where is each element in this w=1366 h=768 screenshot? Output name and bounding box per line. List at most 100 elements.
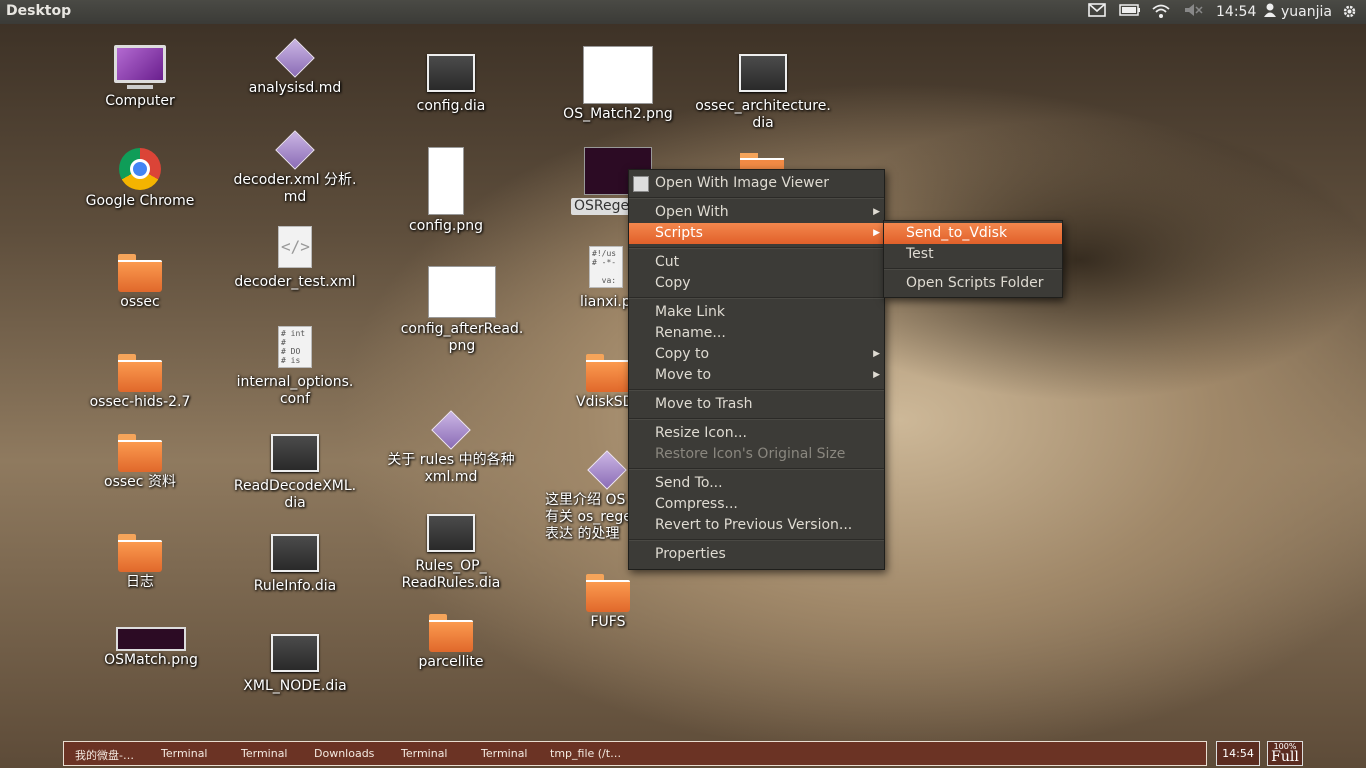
folder-icon: [118, 534, 162, 572]
image-viewer-icon: [633, 176, 649, 192]
menu-separator: [629, 418, 884, 420]
volume-muted-icon[interactable]: [1183, 3, 1203, 21]
menu-item-scripts[interactable]: Scripts ▶: [629, 223, 884, 244]
dia-file-icon: [739, 54, 787, 92]
desktop-icon-os-match2[interactable]: OS_Match2.png: [543, 46, 693, 123]
task-terminal-1[interactable]: Terminal: [161, 747, 208, 760]
desktop-icon-parcellite[interactable]: parcellite: [376, 614, 526, 671]
gear-icon[interactable]: [1341, 3, 1358, 21]
folder-icon: [740, 153, 784, 171]
desktop-icon-internal-options[interactable]: # int # # DO # is internal_options. conf: [220, 326, 370, 408]
computer-icon: [110, 45, 170, 93]
menu-item-resize-icon[interactable]: Resize Icon...: [629, 423, 884, 444]
menu-item-cut[interactable]: Cut: [629, 252, 884, 273]
desktop-icon-ossec-hids[interactable]: ossec-hids-2.7: [65, 354, 215, 411]
menu-separator: [629, 247, 884, 249]
dia-file-icon: [271, 634, 319, 672]
taskbar-clock[interactable]: 14:54: [1216, 741, 1260, 766]
desktop-icon-ossec[interactable]: ossec: [65, 254, 215, 311]
menu-separator: [629, 539, 884, 541]
image-thumbnail: [583, 46, 653, 104]
taskbar: 我的微盘-… Terminal Terminal Downloads Termi…: [63, 741, 1207, 766]
folder-icon: [118, 354, 162, 392]
text-file-icon: #!/us # -*- va:: [589, 246, 623, 288]
task-tmp-file[interactable]: tmp_file (/t…: [550, 747, 621, 760]
submenu-arrow-icon: ▶: [873, 207, 880, 217]
menu-item-compress[interactable]: Compress...: [629, 494, 884, 515]
top-panel: Desktop 14:54 yuanjia: [0, 0, 1366, 24]
desktop-icon-decoder-test[interactable]: </> decoder_test.xml: [220, 226, 370, 291]
image-thumbnail: [116, 627, 186, 651]
mail-icon[interactable]: [1088, 3, 1106, 21]
desktop-icon-ossec-ziliao[interactable]: ossec 资料: [65, 434, 215, 491]
image-thumbnail: [428, 266, 496, 318]
wifi-icon[interactable]: [1151, 3, 1171, 21]
text-file-icon: # int # # DO # is: [278, 326, 312, 368]
desktop-icon-rules-op[interactable]: Rules_OP_ ReadRules.dia: [376, 514, 526, 592]
desktop-icon-config-dia[interactable]: config.dia: [376, 54, 526, 115]
desktop-icon-ossec-architecture[interactable]: ossec_architecture. dia: [688, 54, 838, 132]
task-terminal-4[interactable]: Terminal: [481, 747, 528, 760]
battery-label: Full: [1271, 749, 1299, 765]
markdown-file-icon: [275, 38, 315, 78]
task-downloads[interactable]: Downloads: [314, 747, 374, 760]
menu-item-test[interactable]: Test: [884, 244, 1062, 265]
panel-clock[interactable]: 14:54: [1216, 3, 1256, 21]
dia-file-icon: [427, 54, 475, 92]
image-thumbnail: [428, 147, 464, 215]
desktop-icon-config-png[interactable]: config.png: [371, 147, 521, 235]
menu-separator: [629, 197, 884, 199]
task-terminal-3[interactable]: Terminal: [401, 747, 448, 760]
desktop-icon-readdecodexml[interactable]: ReadDecodeXML. dia: [220, 434, 370, 512]
task-weipan[interactable]: 我的微盘-…: [75, 747, 134, 763]
menu-separator: [629, 468, 884, 470]
xml-file-icon: </>: [278, 226, 312, 268]
folder-icon: [429, 614, 473, 652]
menu-item-revert[interactable]: Revert to Previous Version...: [629, 515, 884, 536]
desktop-icon-computer[interactable]: Computer: [65, 45, 215, 110]
menu-item-restore-icon-size: Restore Icon's Original Size: [655, 446, 846, 462]
desktop-icon-analysisd[interactable]: analysisd.md: [220, 38, 370, 97]
menu-separator: [629, 389, 884, 391]
dia-file-icon: [271, 534, 319, 572]
desktop-icon-intro-md[interactable]: 这里介绍 OS 有关 os_rege 表达 的处理: [545, 450, 628, 543]
menu-item-move-to-trash[interactable]: Move to Trash: [629, 394, 884, 415]
menu-item-rename[interactable]: Rename...: [629, 323, 884, 344]
menu-item-properties[interactable]: Properties: [629, 544, 884, 565]
menu-item-open-with-image-viewer[interactable]: Open With Image Viewer: [629, 173, 884, 194]
battery-icon[interactable]: [1119, 3, 1141, 21]
scripts-submenu: Send_to_Vdisk Test Open Scripts Folder: [883, 220, 1063, 298]
desktop-icon-ruleinfo[interactable]: RuleInfo.dia: [220, 534, 370, 595]
menu-item-send-to[interactable]: Send To...: [629, 473, 884, 494]
markdown-file-icon: [275, 130, 315, 170]
markdown-file-icon: [587, 450, 627, 490]
desktop-icon-rules-md[interactable]: 关于 rules 中的各种 xml.md: [376, 410, 526, 486]
desktop-icon-config-afterread[interactable]: config_afterRead. png: [387, 266, 537, 355]
menu-item-open-with[interactable]: Open With ▶: [629, 202, 884, 223]
menu-item-copy[interactable]: Copy: [629, 273, 884, 294]
menu-item-make-link[interactable]: Make Link: [629, 302, 884, 323]
context-menu: Open With Image Viewer Open With ▶ Script…: [628, 169, 885, 570]
desktop-icon-xml-node[interactable]: XML_NODE.dia: [220, 634, 370, 695]
dia-file-icon: [427, 514, 475, 552]
folder-icon: [586, 574, 630, 612]
task-terminal-2[interactable]: Terminal: [241, 747, 288, 760]
window-title: Desktop: [6, 3, 72, 19]
desktop-icon-fufs[interactable]: FUFS: [533, 574, 683, 631]
desktop-icon-osmatch-png[interactable]: OSMatch.png: [76, 627, 226, 669]
menu-separator: [884, 268, 1062, 270]
menu-item-move-to[interactable]: Move to ▶: [629, 365, 884, 386]
user-name[interactable]: yuanjia: [1281, 3, 1332, 21]
user-icon[interactable]: [1264, 3, 1276, 21]
menu-item-send-to-vdisk[interactable]: Send_to_Vdisk: [884, 223, 1062, 244]
menu-separator: [629, 297, 884, 299]
desktop-icon-rizhi[interactable]: 日志: [65, 534, 215, 591]
desktop-icon-chrome[interactable]: Google Chrome: [65, 148, 215, 210]
desktop-icon-decoder-md[interactable]: decoder.xml 分析. md: [220, 130, 370, 206]
folder-icon: [586, 354, 630, 392]
menu-item-open-scripts-folder[interactable]: Open Scripts Folder: [884, 273, 1062, 294]
folder-icon: [118, 254, 162, 292]
battery-widget[interactable]: 100% Full: [1267, 741, 1303, 766]
menu-item-copy-to[interactable]: Copy to ▶: [629, 344, 884, 365]
chrome-icon: [119, 148, 161, 190]
